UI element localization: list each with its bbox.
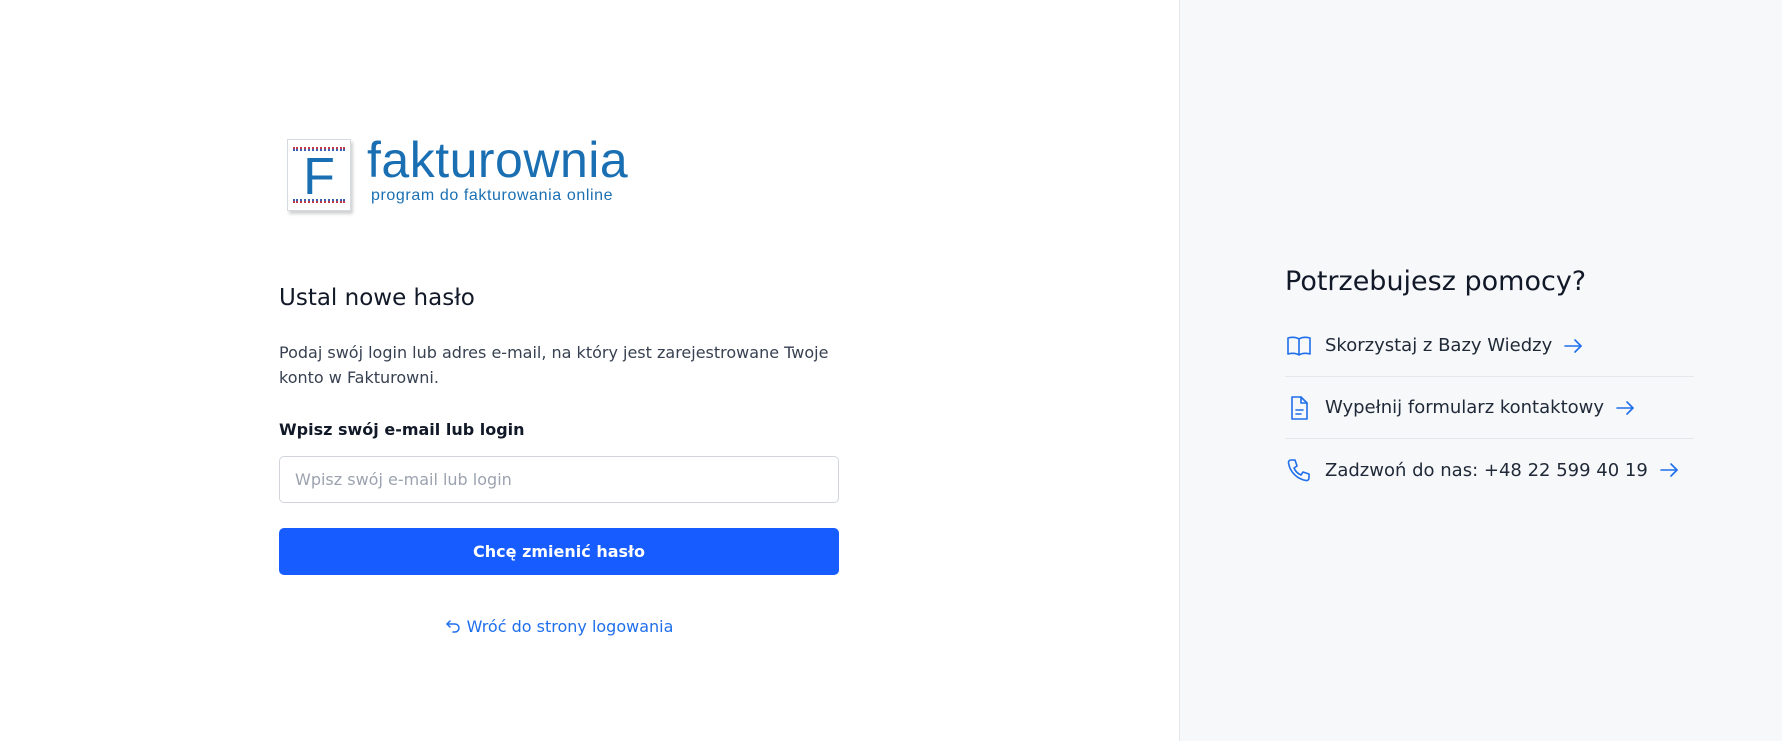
help-item-phone[interactable]: Zadzwoń do nas: +48 22 599 40 19	[1285, 439, 1694, 501]
change-password-button[interactable]: Chcę zmienić hasło	[279, 528, 839, 575]
help-links: Skorzystaj z Bazy Wiedzy Wypełnij formul…	[1285, 315, 1694, 501]
fakturownia-logo[interactable]: F fakturownia program do fakturowania on…	[287, 132, 647, 216]
help-title: Potrzebujesz pomocy?	[1285, 266, 1587, 297]
help-item-label: Wypełnij formularz kontaktowy	[1325, 397, 1605, 418]
back-to-login-link[interactable]: Wróć do strony logowania	[279, 615, 839, 641]
password-reset-page: F fakturownia program do fakturowania on…	[0, 0, 1782, 741]
logo-letter: F	[303, 148, 335, 206]
email-login-input[interactable]	[279, 456, 839, 503]
logo-mark: F	[287, 139, 351, 211]
arrow-right-icon	[1614, 397, 1636, 419]
book-icon	[1285, 332, 1313, 360]
email-login-label: Wpisz swój e-mail lub login	[279, 420, 525, 439]
logo-wordmark: fakturownia	[367, 132, 629, 188]
help-item-knowledge-base[interactable]: Skorzystaj z Bazy Wiedzy	[1285, 315, 1694, 377]
arrow-right-icon	[1562, 335, 1584, 357]
back-to-login-label: Wróć do strony logowania	[466, 617, 674, 636]
document-icon	[1285, 394, 1313, 422]
help-panel: Potrzebujesz pomocy? Skorzystaj z Bazy W…	[1179, 0, 1782, 741]
help-item-contact-form[interactable]: Wypełnij formularz kontaktowy	[1285, 377, 1694, 439]
help-item-label: Skorzystaj z Bazy Wiedzy	[1325, 335, 1553, 356]
logo-tagline: program do fakturowania online	[371, 187, 614, 204]
phone-icon	[1285, 456, 1313, 484]
page-title: Ustal nowe hasło	[279, 285, 475, 311]
form-description: Podaj swój login lub adres e-mail, na kt…	[279, 343, 829, 387]
arrow-right-icon	[1658, 459, 1680, 481]
logo-dash-bottom	[293, 201, 345, 203]
help-item-label: Zadzwoń do nas: +48 22 599 40 19	[1325, 459, 1648, 481]
form-panel: F fakturownia program do fakturowania on…	[0, 0, 1179, 741]
return-arrow-icon	[445, 617, 461, 641]
